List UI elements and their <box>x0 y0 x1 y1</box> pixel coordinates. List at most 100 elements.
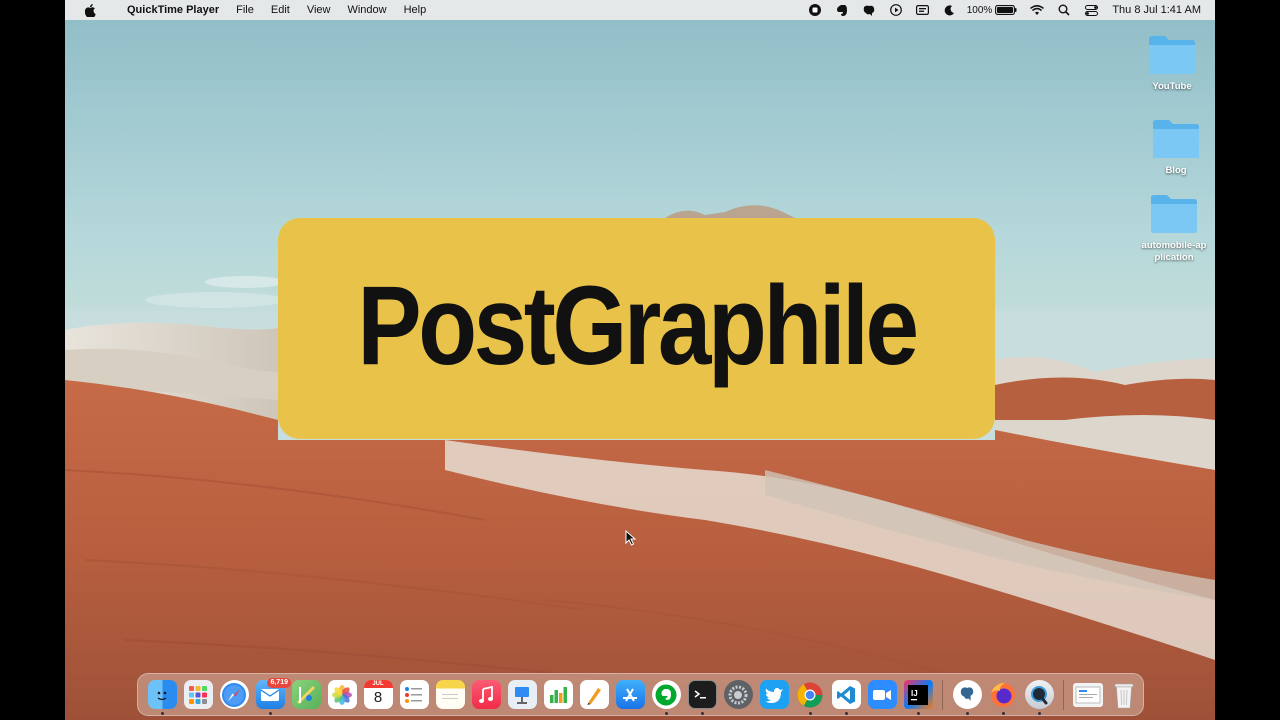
dock-maps[interactable] <box>288 677 324 713</box>
dock-separator <box>942 679 943 710</box>
focus-moon-icon[interactable] <box>943 3 957 17</box>
dock-intellij[interactable]: IJ <box>900 677 936 715</box>
folder-icon <box>1149 36 1195 74</box>
safari-icon <box>219 680 249 709</box>
dock-reminders[interactable] <box>396 677 432 713</box>
dock-system-preferences[interactable] <box>720 677 756 713</box>
folder-icon <box>1153 120 1199 158</box>
running-indicator <box>1001 711 1005 715</box>
battery-icon[interactable] <box>995 3 1017 17</box>
desktop-folder-automobile-application[interactable]: automobile-application <box>1134 192 1214 264</box>
calendar-day: 8 <box>373 689 383 706</box>
postgres-icon <box>952 680 982 709</box>
dock-launchpad[interactable] <box>180 677 216 713</box>
terminal-icon <box>687 680 717 709</box>
numbers-icon <box>543 680 573 709</box>
photos-icon <box>327 680 357 709</box>
dock-quicktime[interactable] <box>1021 677 1057 715</box>
banner-title: PostGraphile <box>357 263 919 388</box>
dock-safari[interactable] <box>216 677 252 713</box>
title-banner: PostGraphile <box>278 218 995 439</box>
keyboard-input-icon[interactable] <box>916 3 930 17</box>
postgres-menu-icon[interactable] <box>862 3 876 17</box>
chrome-icon <box>796 680 825 709</box>
evernote-icon <box>651 680 681 709</box>
notes-icon <box>435 680 465 709</box>
intellij-icon: IJ <box>903 680 933 709</box>
zoom-icon <box>867 680 897 709</box>
launchpad-icon <box>183 680 213 709</box>
maps-icon <box>291 680 321 709</box>
wifi-icon[interactable] <box>1030 3 1045 17</box>
menu-bar-clock[interactable]: Thu 8 Jul 1:41 AM <box>1112 4 1201 16</box>
status-area: 100% Thu 8 Jul 1:41 AM <box>795 0 1215 20</box>
mouse-cursor-icon <box>625 530 637 546</box>
running-indicator <box>808 711 812 715</box>
dock-trash[interactable] <box>1106 677 1142 713</box>
dock-app-store[interactable] <box>612 677 648 713</box>
dock-notes[interactable] <box>432 677 468 713</box>
dock-finder[interactable] <box>144 677 180 715</box>
desktop-folder-youtube[interactable]: YouTube <box>1132 33 1212 93</box>
screen-record-stop-icon[interactable] <box>808 3 822 17</box>
edit-menu[interactable]: Edit <box>271 4 290 16</box>
battery-percentage: 100% <box>966 4 993 16</box>
dock-calendar[interactable]: JUL 8 <box>360 677 396 713</box>
app-menu[interactable]: QuickTime Player <box>127 4 219 16</box>
control-center-icon[interactable] <box>1084 3 1098 17</box>
dock-numbers[interactable] <box>540 677 576 713</box>
running-indicator <box>965 711 969 715</box>
view-menu[interactable]: View <box>307 4 331 16</box>
dock-terminal[interactable] <box>684 677 720 715</box>
pages-icon <box>579 680 609 709</box>
dock-keynote[interactable] <box>504 677 540 713</box>
system-preferences-icon <box>723 680 753 709</box>
dock-chrome[interactable] <box>792 677 828 715</box>
reminders-icon <box>399 680 429 709</box>
dock-photos[interactable] <box>324 677 360 713</box>
evernote-menu-icon[interactable] <box>835 3 849 17</box>
apple-menu-icon[interactable] <box>81 3 99 17</box>
calendar-month: JUL <box>363 680 393 688</box>
calendar-icon: JUL 8 <box>363 680 393 709</box>
trash-icon <box>1110 680 1139 709</box>
downloads-stack-icon <box>1073 682 1103 707</box>
folder-label: automobile-application <box>1141 240 1207 263</box>
dock-downloads-stack[interactable] <box>1070 677 1106 713</box>
dock-vscode[interactable] <box>828 677 864 715</box>
dock-firefox[interactable] <box>985 677 1021 715</box>
spotlight-search-icon[interactable] <box>1057 3 1071 17</box>
play-circle-icon[interactable] <box>889 3 903 17</box>
running-indicator <box>664 711 668 715</box>
app-store-icon <box>615 680 645 709</box>
folder-icon <box>1151 195 1197 233</box>
dock-separator <box>1063 679 1064 710</box>
dock-evernote[interactable] <box>648 677 684 715</box>
dock-mail[interactable]: 6,719 <box>252 677 291 715</box>
twitter-icon <box>759 680 789 709</box>
svg-text:IJ: IJ <box>911 689 918 698</box>
running-indicator <box>916 711 920 715</box>
running-indicator <box>160 711 164 715</box>
vscode-icon <box>831 680 861 709</box>
desktop-folder-blog[interactable]: Blog <box>1136 117 1215 177</box>
file-menu[interactable]: File <box>236 4 254 16</box>
dock-music[interactable] <box>468 677 504 713</box>
keynote-icon <box>507 680 537 709</box>
window-menu[interactable]: Window <box>347 4 386 16</box>
help-menu[interactable]: Help <box>404 4 427 16</box>
music-icon <box>471 680 501 709</box>
folder-label: Blog <box>1165 165 1187 176</box>
dock-zoom[interactable] <box>864 677 900 713</box>
menu-bar: QuickTime Player File Edit View Window H… <box>65 0 1215 20</box>
desktop-screen: QuickTime Player File Edit View Window H… <box>65 0 1215 720</box>
dock-pages[interactable] <box>576 677 612 713</box>
running-indicator <box>268 711 272 715</box>
running-indicator <box>700 711 704 715</box>
finder-icon <box>147 680 177 709</box>
running-indicator <box>1037 711 1041 715</box>
dock-postgres[interactable] <box>949 677 985 715</box>
firefox-icon <box>989 680 1018 709</box>
dock-twitter[interactable] <box>756 677 792 713</box>
quicktime-icon <box>1024 680 1054 709</box>
